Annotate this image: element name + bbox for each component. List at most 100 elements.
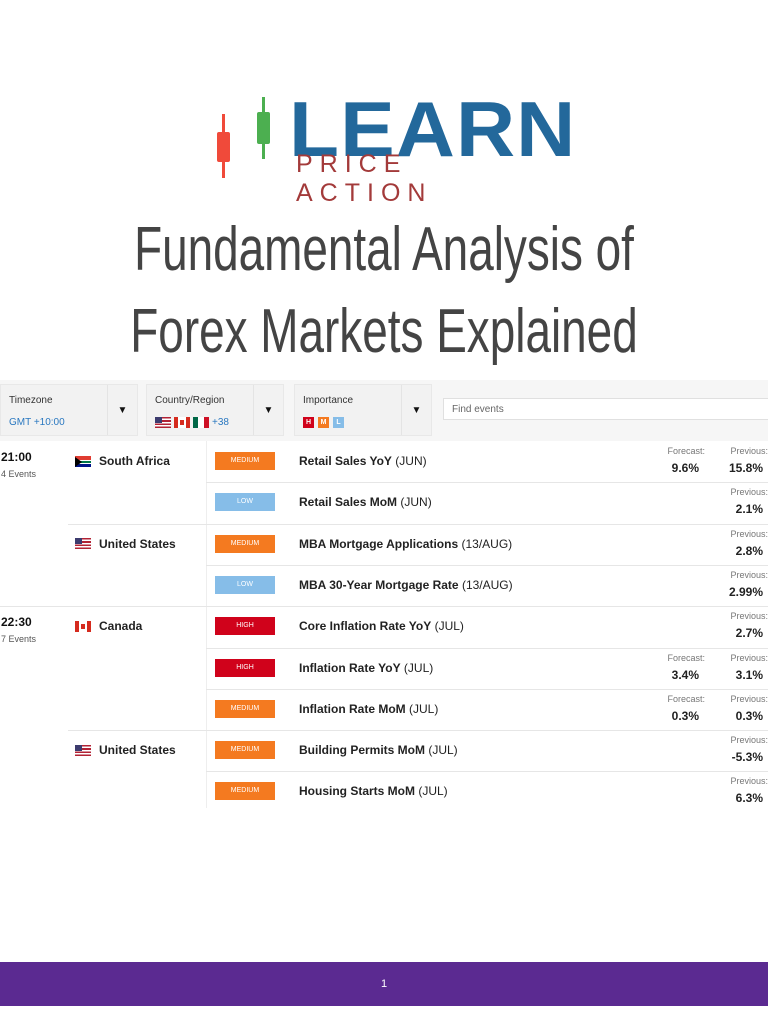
importance-filter[interactable]: Importance H M L ▼ — [294, 384, 432, 436]
event-row[interactable]: 22:30 7 Events Canada HIGH Core Inflation Ra… — [0, 606, 768, 647]
country-label: Country/Region — [155, 395, 225, 406]
event-title: MBA 30-Year Mortgage Rate — [299, 577, 459, 592]
event-name[interactable]: Building Permits MoM (JUL) — [299, 743, 458, 757]
canada-flag-icon — [174, 417, 190, 428]
event-count: 4 Events — [1, 469, 37, 479]
us-flag-icon — [75, 538, 91, 550]
event-row[interactable]: United States MEDIUM MBA Mortgage Applicat… — [0, 523, 768, 565]
event-name[interactable]: Inflation Rate YoY (JUL) — [299, 661, 433, 675]
row-divider — [206, 688, 768, 690]
event-name[interactable]: Inflation Rate MoM (JUL) — [299, 702, 438, 716]
timezone-value: GMT +10:00 — [9, 417, 65, 428]
search-input[interactable]: Find events — [443, 398, 768, 420]
row-divider — [206, 771, 768, 773]
event-title: Core Inflation Rate YoY — [299, 619, 432, 634]
importance-badge: MEDIUM — [215, 534, 275, 553]
previous-value: 2.7% — [735, 626, 763, 641]
south-africa-flag-icon — [75, 455, 91, 467]
forecast-value: 9.6% — [671, 461, 699, 475]
event-period: (JUL) — [403, 660, 434, 675]
previous-value: 2.8% — [735, 543, 763, 558]
previous-label: Previous: — [730, 776, 768, 787]
event-period: (JUL) — [409, 701, 439, 716]
page-footer: 1 — [0, 962, 768, 1006]
event-name[interactable]: Retail Sales YoY (JUN) — [299, 454, 427, 468]
event-name[interactable]: MBA Mortgage Applications (13/AUG) — [299, 537, 512, 551]
event-period: (JUL) — [418, 784, 448, 799]
previous-value: 3.1% — [735, 667, 763, 682]
previous-label: Previous: — [730, 652, 768, 663]
event-time: 21:00 — [1, 450, 32, 464]
previous-value: -5.3% — [731, 750, 763, 765]
importance-badge: MEDIUM — [215, 782, 275, 801]
previous-value: 0.3% — [735, 708, 763, 723]
event-row[interactable]: MEDIUM Inflation Rate MoM (JUL) Forecast: 0… — [0, 688, 768, 730]
us-flag-icon — [155, 417, 171, 428]
canada-flag-icon — [75, 620, 91, 632]
event-name[interactable]: Core Inflation Rate YoY (JUL) — [299, 619, 464, 633]
event-period: (13/AUG) — [461, 536, 513, 551]
event-period: (13/AUG) — [461, 577, 513, 592]
event-time: 22:30 — [1, 615, 32, 630]
event-period: (JUN) — [400, 495, 432, 510]
forecast-label: Forecast: — [667, 446, 705, 456]
country-label: United States — [99, 536, 176, 551]
timezone-label: Timezone — [9, 395, 53, 406]
importance-low[interactable]: L — [333, 417, 344, 428]
previous-label: Previous: — [730, 735, 768, 746]
importance-badge: MEDIUM — [215, 452, 275, 470]
logo-sub-text: PRICE ACTION — [296, 150, 433, 207]
forecast-value: 3.4% — [671, 667, 699, 682]
previous-label: Previous: — [730, 569, 768, 580]
row-divider — [206, 564, 768, 566]
event-period: (JUL) — [428, 743, 458, 758]
row-divider — [206, 482, 768, 484]
caret-down-icon[interactable]: ▼ — [107, 385, 137, 435]
previous-label: Previous: — [730, 693, 768, 704]
filter-bar: Timezone GMT +10:00 ▼ Country/Region +38… — [0, 380, 768, 441]
event-title: Retail Sales YoY — [299, 454, 392, 468]
event-period: (JUN) — [395, 454, 427, 468]
event-row[interactable]: MEDIUM Housing Starts MoM (JUL) Previous: 6… — [0, 771, 768, 812]
forecast-value: 0.3% — [671, 708, 699, 723]
country-name: United States — [75, 743, 176, 757]
importance-badge: LOW — [215, 575, 275, 594]
event-name[interactable]: MBA 30-Year Mortgage Rate (13/AUG) — [299, 578, 513, 592]
event-row[interactable]: HIGH Inflation Rate YoY (JUL) Forecast: 3.4… — [0, 647, 768, 689]
event-row[interactable]: LOW MBA 30-Year Mortgage Rate (13/AUG) Pre… — [0, 564, 768, 606]
country-name: United States — [75, 537, 176, 551]
country-label: Canada — [99, 619, 143, 634]
page-title-line1: Fundamental Analysis of — [134, 215, 634, 284]
timezone-filter[interactable]: Timezone GMT +10:00 ▼ — [0, 384, 138, 436]
importance-badge: LOW — [215, 493, 275, 512]
page-number: 1 — [380, 978, 388, 990]
country-name: South Africa — [75, 454, 170, 468]
event-row[interactable]: United States MEDIUM Building Permits MoM … — [0, 730, 768, 771]
country-name: Canada — [75, 619, 142, 633]
importance-high[interactable]: H — [303, 417, 314, 428]
event-row[interactable]: LOW Retail Sales MoM (JUN) Previous: 2.1% — [0, 482, 768, 523]
previous-value: 2.1% — [735, 502, 763, 517]
mexico-flag-icon — [193, 417, 209, 428]
previous-value: 6.3% — [735, 791, 763, 806]
previous-label: Previous: — [730, 487, 768, 498]
country-flags: +38 — [155, 417, 229, 428]
event-row[interactable]: 21:00 4 Events South Africa MEDIUM Retail Sa… — [0, 441, 768, 482]
country-filter[interactable]: Country/Region +38 ▼ — [146, 384, 284, 436]
red-candle-body — [217, 132, 230, 162]
event-title: Inflation Rate MoM — [299, 701, 406, 716]
event-name[interactable]: Housing Starts MoM (JUL) — [299, 784, 448, 798]
event-name[interactable]: Retail Sales MoM (JUN) — [299, 495, 432, 509]
previous-value: 2.99% — [728, 584, 763, 599]
event-title: Retail Sales MoM — [299, 495, 398, 510]
caret-down-icon[interactable]: ▼ — [253, 385, 283, 435]
caret-down-icon[interactable]: ▼ — [401, 385, 431, 435]
forecast-label: Forecast: — [667, 693, 705, 704]
importance-medium[interactable]: M — [318, 417, 329, 428]
previous-label: Previous: — [730, 446, 768, 456]
importance-badge: HIGH — [215, 617, 275, 636]
row-divider — [206, 647, 768, 649]
country-label: South Africa — [99, 454, 170, 468]
importance-label: Importance — [303, 395, 354, 406]
importance-badge: MEDIUM — [215, 699, 275, 718]
